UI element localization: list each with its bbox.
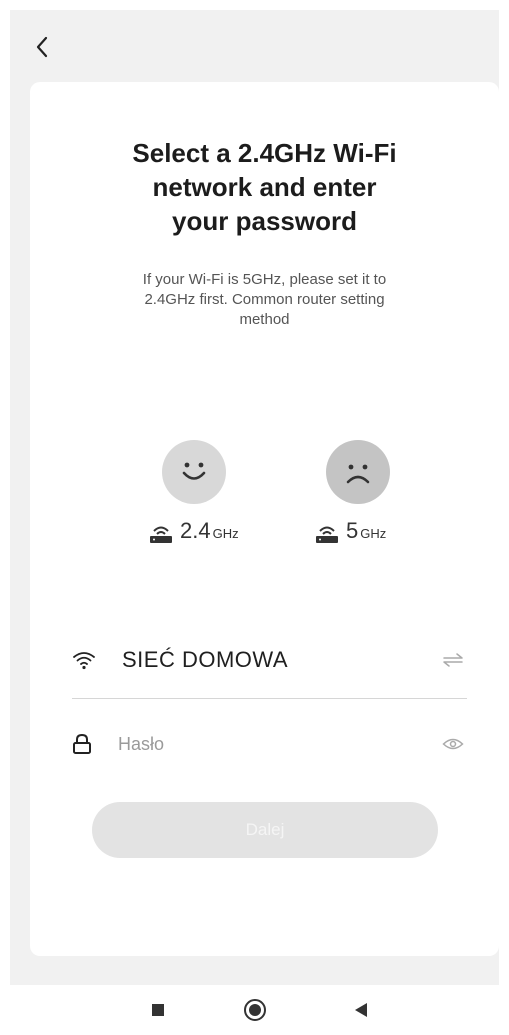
wifi-setup-card: Select a 2.4GHz Wi-Fi network and enter … bbox=[30, 82, 499, 956]
page-title: Select a 2.4GHz Wi-Fi network and enter … bbox=[70, 136, 459, 238]
instruction-line: If your Wi-Fi is 5GHz, please set it to bbox=[142, 271, 387, 288]
wifi-ssid: SIEĆ DOMOWA bbox=[122, 647, 289, 672]
circle-icon bbox=[244, 999, 266, 1021]
band-unit: GHz bbox=[212, 526, 239, 541]
band-unit: GHz bbox=[360, 526, 387, 541]
back-button[interactable] bbox=[30, 32, 54, 62]
band-value: 2.4 bbox=[180, 518, 211, 543]
square-icon bbox=[152, 1004, 164, 1016]
switch-network-button[interactable] bbox=[439, 648, 467, 672]
eye-icon bbox=[442, 738, 464, 750]
wifi-icon bbox=[73, 652, 95, 670]
recents-button[interactable] bbox=[143, 997, 173, 1023]
title-line: your password bbox=[172, 206, 357, 236]
system-navigation-bar bbox=[0, 985, 509, 1035]
title-line: network and enter bbox=[152, 172, 377, 202]
swap-arrows-icon bbox=[443, 653, 463, 667]
title-line: Select a 2.4GHz Wi-Fi bbox=[132, 138, 397, 168]
next-button[interactable]: Dalej bbox=[92, 802, 438, 858]
triangle-back-icon bbox=[355, 1003, 367, 1017]
password-input[interactable] bbox=[116, 732, 439, 756]
lock-icon bbox=[73, 733, 91, 754]
chevron-left-icon bbox=[36, 36, 48, 58]
router-icon bbox=[316, 526, 338, 543]
instruction-text: If your Wi-Fi is 5GHz, please set it to … bbox=[100, 270, 429, 330]
instruction-line: 2.4GHz first. Common router setting bbox=[144, 291, 385, 308]
smiley-icon bbox=[162, 440, 226, 504]
divider bbox=[72, 698, 467, 699]
toggle-password-visibility[interactable] bbox=[439, 732, 467, 756]
wifi-network-row[interactable]: SIEĆ DOMOWA bbox=[72, 638, 467, 682]
band-2-4ghz: 2.4 GHz bbox=[148, 514, 239, 544]
band-5ghz: 5 GHz bbox=[314, 514, 386, 544]
home-button[interactable] bbox=[240, 997, 270, 1023]
screen: Select a 2.4GHz Wi-Fi network and enter … bbox=[10, 10, 499, 985]
instruction-line: method bbox=[239, 311, 290, 328]
system-back-button[interactable] bbox=[346, 997, 376, 1023]
router-icon bbox=[150, 526, 172, 543]
sad-face-icon bbox=[326, 440, 390, 504]
band-value: 5 bbox=[346, 518, 359, 543]
password-row bbox=[72, 722, 467, 766]
